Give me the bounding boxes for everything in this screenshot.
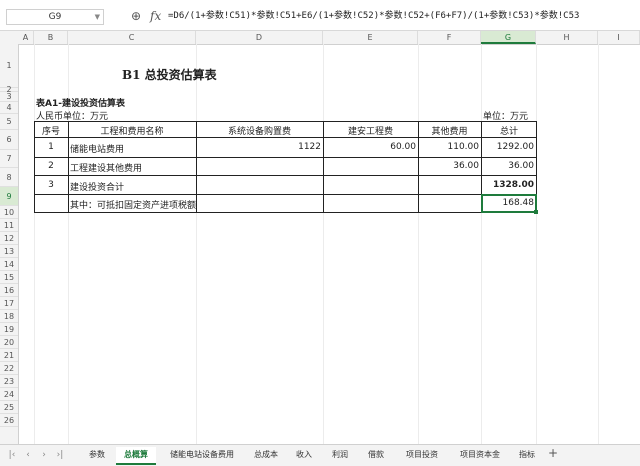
column-header-i[interactable]: I — [598, 31, 640, 44]
column-header-f[interactable]: F — [418, 31, 481, 44]
gridline — [34, 44, 35, 444]
row-header-11[interactable]: 11 — [0, 219, 18, 232]
row-header-25[interactable]: 25 — [0, 401, 18, 414]
table-cell[interactable]: 110.00 — [418, 142, 480, 152]
tab-params[interactable]: 参数 — [82, 447, 112, 463]
row-header-1[interactable]: 1 — [0, 44, 18, 88]
last-sheet-icon[interactable]: ›| — [54, 448, 66, 462]
row-header-13[interactable]: 13 — [0, 245, 18, 258]
row-header-17[interactable]: 17 — [0, 297, 18, 310]
table-cell[interactable]: 36.00 — [418, 161, 479, 171]
table-cell[interactable]: 1122 — [196, 142, 321, 152]
table-cell[interactable]: 36.00 — [481, 161, 534, 171]
column-header-b[interactable]: B — [34, 31, 68, 44]
column-header-a[interactable]: A — [18, 31, 34, 44]
name-box-value: G9 — [48, 12, 62, 22]
tab-loan[interactable]: 借款 — [362, 447, 390, 463]
row-header-21[interactable]: 21 — [0, 349, 18, 362]
prev-sheet-icon[interactable]: ‹ — [22, 448, 34, 462]
table-cell[interactable]: 工程建设其他费用 — [70, 161, 142, 174]
tab-profit[interactable]: 利润 — [326, 447, 354, 463]
tab-project-capital[interactable]: 项目资本金 — [454, 447, 506, 463]
fill-handle[interactable] — [534, 210, 538, 214]
row-header-23[interactable]: 23 — [0, 375, 18, 388]
header-cell[interactable]: 系统设备购置费 — [196, 124, 323, 137]
table-cell[interactable]: 2 — [34, 161, 68, 171]
table-line — [34, 137, 537, 138]
row-header-12[interactable]: 12 — [0, 232, 18, 245]
table-line — [34, 194, 537, 195]
row-header-22[interactable]: 22 — [0, 362, 18, 375]
row-header-18[interactable]: 18 — [0, 310, 18, 323]
row-header-3[interactable]: 3 — [0, 92, 18, 102]
row-header-14[interactable]: 14 — [0, 258, 18, 271]
header-cell[interactable]: 序号 — [34, 124, 68, 137]
row-header-20[interactable]: 20 — [0, 336, 18, 349]
tab-total-cost[interactable]: 总成本 — [248, 447, 284, 463]
sheet-title: B1 总投资估算表 — [122, 68, 217, 82]
gridline — [481, 44, 482, 444]
row-header-9[interactable]: 9 — [0, 187, 18, 206]
gridline — [196, 44, 197, 444]
table-cell[interactable]: 1328.00 — [481, 180, 534, 190]
table-line — [34, 175, 537, 176]
gridline — [598, 44, 599, 444]
tab-project-investment[interactable]: 项目投资 — [400, 447, 444, 463]
next-sheet-icon[interactable]: › — [38, 448, 50, 462]
row-header: 1 2 3 4 5 6 7 8 9 10 11 12 13 14 15 16 17 18 19 20 21 22 23 24 2… — [0, 44, 19, 444]
tab-indicators[interactable]: 指标 — [514, 447, 540, 463]
column-header-g[interactable]: G — [481, 31, 536, 44]
column-header-e[interactable]: E — [323, 31, 418, 44]
table-cell[interactable]: 60.00 — [323, 142, 416, 152]
header-cell[interactable]: 其他费用 — [418, 124, 481, 137]
chevron-down-icon[interactable]: ▼ — [95, 10, 100, 24]
table-cell[interactable]: 1 — [34, 142, 68, 152]
row-header-26[interactable]: 26 — [0, 414, 18, 427]
table-cell[interactable]: 建设投资合计 — [70, 180, 124, 193]
gridline — [536, 44, 537, 444]
row-header-6[interactable]: 6 — [0, 130, 18, 150]
column-header-c[interactable]: C — [68, 31, 196, 44]
row-header-24[interactable]: 24 — [0, 388, 18, 401]
header-cell[interactable]: 工程和费用名称 — [68, 124, 196, 137]
tab-summary[interactable]: 总概算 — [116, 447, 156, 465]
header-cell[interactable]: 建安工程费 — [323, 124, 418, 137]
gridline — [418, 44, 419, 444]
add-sheet-icon[interactable]: + — [548, 446, 558, 460]
table-cell[interactable]: 其中：可抵扣固定资产进项税额 — [70, 198, 196, 211]
row-header-16[interactable]: 16 — [0, 284, 18, 297]
row-header-5[interactable]: 5 — [0, 114, 18, 130]
row-header-4[interactable]: 4 — [0, 102, 18, 114]
header-cell[interactable]: 总计 — [481, 124, 537, 137]
column-header: A B C D E F G H I — [0, 31, 640, 45]
table-line — [34, 157, 537, 158]
row-header-19[interactable]: 19 — [0, 323, 18, 336]
fx-icon[interactable]: fx — [150, 8, 164, 24]
row-header-15[interactable]: 15 — [0, 271, 18, 284]
table-cell[interactable]: 3 — [34, 180, 68, 190]
zoom-icon[interactable]: ⊕ — [131, 9, 145, 23]
table-subtitle: 表A1-建设投资估算表 — [36, 99, 125, 109]
row-header-8[interactable]: 8 — [0, 168, 18, 187]
formula-input[interactable]: =D6/(1+参数!C51)*参数!C51+E6/(1+参数!C52)*参数!C… — [168, 9, 638, 23]
selected-cell[interactable] — [481, 194, 537, 213]
table-cell[interactable]: 储能电站费用 — [70, 142, 124, 155]
tab-income[interactable]: 收入 — [290, 447, 318, 463]
sheet-grid[interactable]: B1 总投资估算表 表A1-建设投资估算表 人民币单位：万元 单位：万元 序号 … — [18, 44, 640, 444]
column-header-d[interactable]: D — [196, 31, 323, 44]
row-header-10[interactable]: 10 — [0, 206, 18, 219]
gridline — [323, 44, 324, 444]
tab-equipment[interactable]: 储能电站设备费用 — [164, 447, 240, 463]
column-header-h[interactable]: H — [536, 31, 598, 44]
first-sheet-icon[interactable]: |‹ — [6, 448, 18, 462]
row-header-7[interactable]: 7 — [0, 150, 18, 168]
table-cell[interactable]: 1292.00 — [481, 142, 534, 152]
name-box[interactable]: G9 ▼ — [6, 9, 104, 25]
sheet-tab-bar: |‹ ‹ › ›| 参数 总概算 储能电站设备费用 总成本 收入 利润 借款 项… — [0, 444, 640, 466]
